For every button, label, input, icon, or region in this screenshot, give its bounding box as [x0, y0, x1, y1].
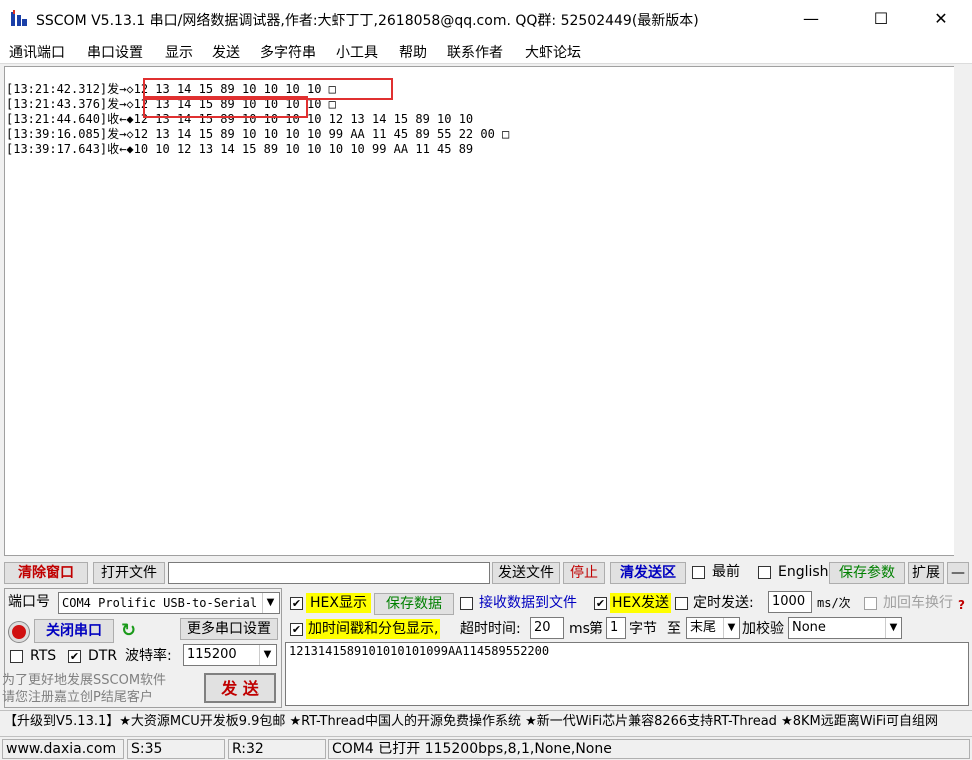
- port-select[interactable]: COM4 Prolific USB-to-Serial: [58, 592, 280, 614]
- sent-count: S:35: [127, 739, 225, 759]
- stop-button[interactable]: 停止: [563, 562, 605, 584]
- menu-forum[interactable]: 大虾论坛: [525, 42, 581, 62]
- add-crlf-label: 加回车换行: [883, 595, 953, 611]
- chevron-down-icon[interactable]: ▼: [723, 618, 739, 638]
- promo-text-2: 请您注册嘉立创P结尾客户: [2, 690, 153, 705]
- website-link[interactable]: www.daxia.com: [2, 739, 124, 759]
- recv-to-file-label: 接收数据到文件: [479, 595, 577, 611]
- expand-button[interactable]: 扩展: [908, 562, 944, 584]
- log-line: [13:39:16.085]发→◇12 13 14 15 89 10 10 10…: [6, 127, 510, 141]
- menu-help[interactable]: 帮助: [399, 42, 427, 62]
- interval-unit-label: ms/次: [817, 596, 851, 610]
- app-icon: [11, 10, 27, 26]
- refresh-icon[interactable]: ↻: [121, 620, 136, 641]
- news-ticker[interactable]: 【升级到V5.13.1】★大资源MCU开发板9.9包邮 ★RT-Thread中国…: [0, 710, 972, 734]
- menu-display[interactable]: 显示: [165, 42, 193, 62]
- promo-text-1: 为了更好地发展SSCOM软件: [2, 673, 167, 688]
- maximize-button[interactable]: ☐: [858, 0, 904, 38]
- timed-send-label: 定时发送:: [693, 595, 754, 611]
- add-crlf-checkbox[interactable]: [864, 597, 877, 610]
- menu-bar: 通讯端口 串口设置 显示 发送 多字符串 小工具 帮助 联系作者 大虾论坛: [0, 38, 972, 64]
- timestamp-label: 加时间戳和分包显示,: [306, 619, 441, 639]
- timestamp-checkbox[interactable]: ✔: [290, 623, 303, 636]
- english-label: English: [778, 564, 829, 580]
- log-scrollbar[interactable]: [954, 66, 968, 556]
- menu-serial-settings[interactable]: 串口设置: [87, 42, 143, 62]
- clear-window-button[interactable]: 清除窗口: [4, 562, 88, 584]
- timeout-unit-label: ms: [569, 621, 590, 637]
- minimize-button[interactable]: —: [788, 0, 834, 38]
- topmost-checkbox[interactable]: [692, 566, 705, 579]
- interval-input[interactable]: 1000: [768, 591, 812, 613]
- checksum-label: 加校验: [742, 621, 784, 637]
- chevron-down-icon[interactable]: ▼: [885, 618, 901, 638]
- port-info: COM4 已打开 115200bps,8,1,None,None: [328, 739, 970, 759]
- timed-send-checkbox[interactable]: [675, 597, 688, 610]
- save-data-button[interactable]: 保存数据: [374, 593, 454, 615]
- menu-send[interactable]: 发送: [212, 42, 240, 62]
- title-bar: SSCOM V5.13.1 串口/网络数据调试器,作者:大虾丁丁,2618058…: [0, 0, 972, 38]
- clear-send-button[interactable]: 清发送区: [610, 562, 686, 584]
- receive-log[interactable]: [13:21:42.312]发→◇12 13 14 15 89 10 10 10…: [4, 66, 968, 556]
- status-bar: www.daxia.com S:35 R:32 COM4 已打开 115200b…: [0, 736, 972, 760]
- hex-send-label: HEX发送: [610, 593, 671, 613]
- highlight-box: [143, 96, 308, 118]
- menu-tools[interactable]: 小工具: [336, 42, 378, 62]
- rts-checkbox[interactable]: [10, 650, 23, 663]
- close-port-button[interactable]: 关闭串口: [34, 619, 114, 643]
- hex-display-label: HEX显示: [306, 593, 371, 613]
- byte-index-input[interactable]: 1: [606, 617, 626, 639]
- chevron-down-icon[interactable]: ▼: [262, 593, 278, 613]
- chevron-down-icon[interactable]: ▼: [259, 645, 275, 665]
- send-file-button[interactable]: 发送文件: [492, 562, 560, 584]
- hex-display-checkbox[interactable]: ✔: [290, 597, 303, 610]
- baud-label: 波特率:: [125, 648, 172, 664]
- hex-send-checkbox[interactable]: ✔: [594, 597, 607, 610]
- more-settings-button[interactable]: 更多串口设置: [180, 618, 278, 640]
- dtr-checkbox[interactable]: ✔: [68, 650, 81, 663]
- dtr-label: DTR: [88, 648, 118, 664]
- timeout-input[interactable]: 20: [530, 617, 564, 639]
- send-button[interactable]: 发 送: [204, 673, 276, 703]
- received-count: R:32: [228, 739, 326, 759]
- menu-multi-string[interactable]: 多字符串: [260, 42, 316, 62]
- close-button[interactable]: ✕: [918, 0, 964, 38]
- port-status-icon: [9, 622, 29, 642]
- topmost-label: 最前: [712, 564, 740, 580]
- help-icon[interactable]: ?: [958, 598, 965, 612]
- byte-label-2: 字节: [629, 621, 657, 637]
- menu-comm-port[interactable]: 通讯端口: [9, 42, 65, 62]
- send-input[interactable]: 1213141589101010101099AA114589552200: [285, 642, 969, 706]
- rts-label: RTS: [30, 648, 57, 664]
- menu-contact-author[interactable]: 联系作者: [447, 42, 503, 62]
- log-line: [13:39:17.643]收←◆10 10 12 13 14 15 89 10…: [6, 142, 474, 156]
- to-label: 至: [667, 621, 681, 637]
- english-checkbox[interactable]: [758, 566, 771, 579]
- save-params-button[interactable]: 保存参数: [829, 562, 905, 584]
- recv-to-file-checkbox[interactable]: [460, 597, 473, 610]
- collapse-button[interactable]: —: [947, 562, 969, 584]
- open-file-button[interactable]: 打开文件: [93, 562, 165, 584]
- timeout-label: 超时时间:: [460, 621, 521, 637]
- file-path-input[interactable]: [168, 562, 490, 584]
- byte-label-1: 第: [589, 621, 603, 637]
- window-title: SSCOM V5.13.1 串口/网络数据调试器,作者:大虾丁丁,2618058…: [36, 13, 699, 29]
- port-label: 端口号: [8, 594, 50, 610]
